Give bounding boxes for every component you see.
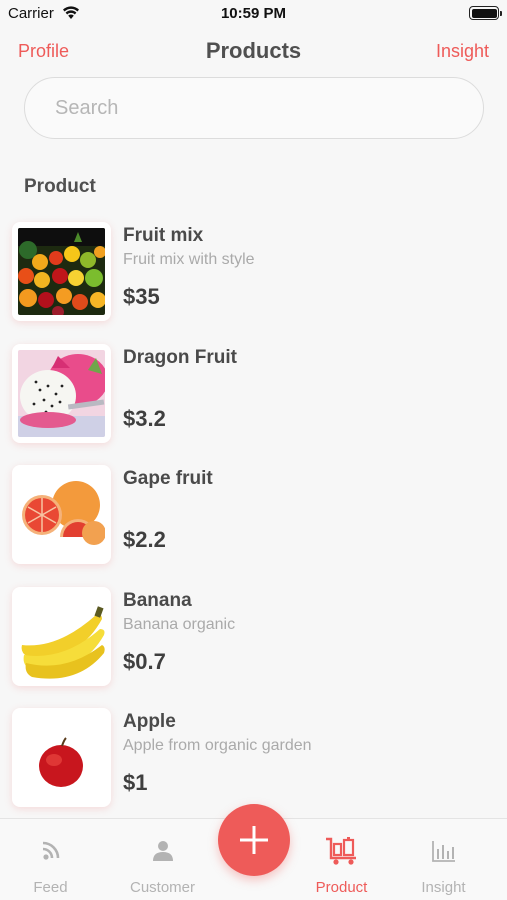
page-title: Products xyxy=(205,38,302,63)
tab-label: Feed xyxy=(33,879,68,896)
tab-label: Customer xyxy=(129,879,196,896)
product-thumbnail xyxy=(12,586,111,686)
product-item-dragon-fruit[interactable]: Dragon Fruit $3.2 xyxy=(0,343,507,466)
product-item-fruit-mix[interactable]: Fruit mix Fruit mix with style $35 xyxy=(0,222,507,344)
product-price: $3.2 xyxy=(123,405,166,431)
product-name: Dragon Fruit xyxy=(123,346,237,368)
product-thumbnail xyxy=(12,343,111,443)
navigation-bar: Profile Products Insight xyxy=(0,30,507,74)
tab-insight[interactable]: Insight xyxy=(393,819,494,900)
product-price: $2.2 xyxy=(123,527,166,552)
product-price: $0.7 xyxy=(123,648,166,674)
status-time: 10:59 PM xyxy=(220,5,287,22)
fruit-mix-image xyxy=(18,228,105,315)
battery-icon xyxy=(469,6,502,20)
product-description: Fruit mix with style xyxy=(123,251,255,268)
section-title: Product xyxy=(24,176,96,197)
plus-icon xyxy=(240,826,268,854)
bar-chart-icon xyxy=(432,841,455,862)
product-item-grapefruit[interactable]: Gape fruit $2.2 xyxy=(0,465,507,587)
tab-product[interactable]: Product xyxy=(291,819,392,900)
grapefruit-image xyxy=(18,471,105,558)
product-thumbnail xyxy=(12,465,111,564)
product-list: Fruit mix Fruit mix with style $35 Drago xyxy=(0,222,507,830)
tab-customer[interactable]: Customer xyxy=(112,819,213,900)
cart-icon xyxy=(326,837,356,865)
search-input[interactable] xyxy=(24,77,484,139)
apple-image xyxy=(18,714,105,801)
banana-image xyxy=(18,592,105,680)
product-name: Apple xyxy=(123,711,176,732)
product-thumbnail xyxy=(12,708,111,807)
insight-button[interactable]: Insight xyxy=(436,41,489,62)
product-description: Banana organic xyxy=(123,615,236,633)
product-price: $35 xyxy=(123,284,160,309)
product-name: Fruit mix xyxy=(123,225,204,246)
profile-button[interactable]: Profile xyxy=(18,41,69,62)
person-icon xyxy=(153,841,173,861)
status-bar: Carrier 10:59 PM xyxy=(0,0,507,28)
add-product-button[interactable] xyxy=(218,804,290,876)
tab-label: Insight xyxy=(421,879,466,896)
product-name: Gape fruit xyxy=(123,468,213,489)
product-description: Apple from organic garden xyxy=(123,737,312,754)
dragon-fruit-image xyxy=(18,349,105,437)
product-price: $1 xyxy=(123,770,148,795)
rss-icon xyxy=(42,841,60,860)
tab-feed[interactable]: Feed xyxy=(0,819,101,900)
product-item-banana[interactable]: Banana Banana organic $0.7 xyxy=(0,586,507,709)
tab-label: Product xyxy=(315,879,368,896)
product-thumbnail xyxy=(12,222,111,321)
product-name: Banana xyxy=(123,589,192,611)
